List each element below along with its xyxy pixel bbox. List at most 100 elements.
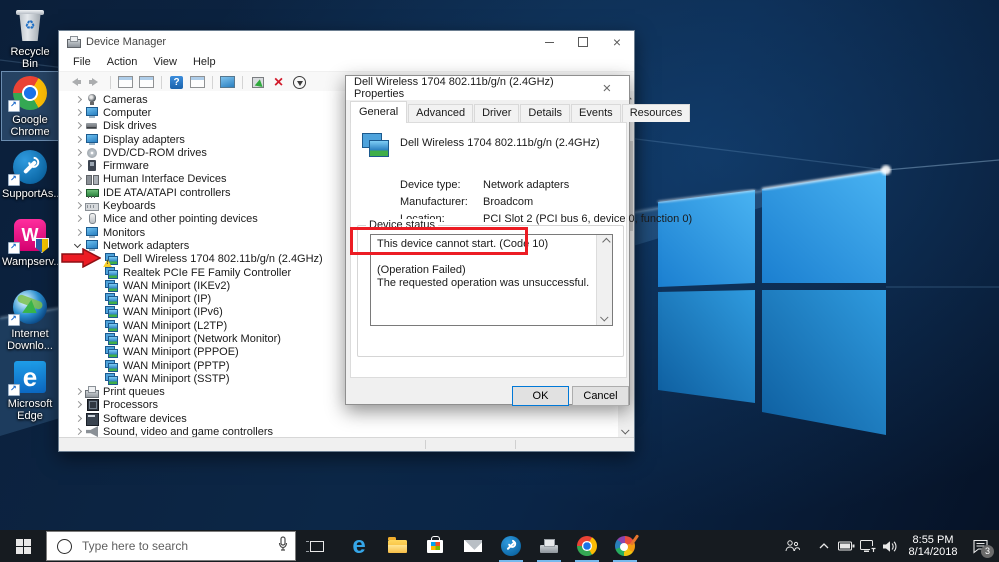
network-icon[interactable] [857,530,879,562]
chevron-right-icon[interactable] [73,228,85,238]
battery-icon[interactable] [835,530,857,562]
update-driver-icon[interactable] [248,74,267,90]
taskbar-search[interactable] [46,531,296,561]
menu-help[interactable]: Help [185,56,224,68]
disable-device-icon[interactable] [290,74,309,90]
desktop-icon-internet-download-manager[interactable]: Internet Downlo... [2,286,58,354]
device-manager-titlebar[interactable]: Device Manager [59,31,634,53]
tray-spacer [803,530,813,562]
toolbar-separator [161,75,162,89]
taskbar-icon-file-explorer[interactable] [378,530,416,562]
action-pane-icon[interactable] [188,74,207,90]
chevron-right-icon[interactable] [73,108,85,118]
search-input[interactable] [80,538,277,554]
dialog-title: Dell Wireless 1704 802.11b/g/n (2.4GHz) … [354,76,554,100]
minimize-button[interactable] [532,31,566,53]
taskbar-icon-supportassist[interactable] [492,530,530,562]
back-icon[interactable] [65,74,84,90]
status-bar [59,437,634,451]
toolbar-separator [212,75,213,89]
chevron-right-icon[interactable] [73,414,85,424]
taskbar-icon-paint-3d[interactable] [606,530,644,562]
tray-clock[interactable]: 8:55 PM 8/14/2018 [905,534,961,558]
mouse-icon [85,213,99,225]
status-line-3: The requested operation was unsuccessful… [377,277,590,289]
scan-hardware-changes-icon[interactable] [218,74,237,90]
scroll-down-icon[interactable] [597,311,612,325]
status-scrollbar[interactable] [596,235,612,325]
task-view-icon[interactable] [300,530,334,562]
show-console-tree-icon[interactable] [116,74,135,90]
uninstall-device-icon[interactable] [269,74,288,90]
tab-general[interactable]: General [350,101,408,123]
volume-icon[interactable] [879,530,901,562]
microphone-icon[interactable] [277,535,289,557]
chevron-right-icon[interactable] [73,400,85,410]
chevron-right-icon[interactable] [73,148,85,158]
tab-resources[interactable]: Resources [621,104,691,122]
show-hidden-icons-chevron[interactable] [813,530,835,562]
chevron-right-icon[interactable] [73,174,85,184]
desktop-icon-microsoft-edge[interactable]: Microsoft Edge [2,356,58,424]
desktop-icon-wampserver[interactable]: Wampserv... [2,214,63,270]
supportassist-icon [501,536,521,556]
cortana-icon [57,538,72,554]
display-adapter-icon [85,133,99,146]
tab-events[interactable]: Events [571,104,621,122]
ok-button[interactable]: OK [512,386,569,406]
tab-driver[interactable]: Driver [474,104,520,122]
tree-item-software-devices[interactable]: Software devices [59,412,616,426]
chevron-right-icon[interactable] [73,387,85,397]
dialog-titlebar[interactable]: Dell Wireless 1704 802.11b/g/n (2.4GHz) … [346,76,629,100]
taskbar-icon-microsoft-store[interactable] [416,530,454,562]
desktop-icon-supportassist[interactable]: SupportAs... [2,146,63,202]
chevron-right-icon[interactable] [73,214,85,224]
annotation-arrow [61,247,102,273]
menu-view[interactable]: View [145,56,185,68]
start-button[interactable] [0,530,46,562]
tab-advanced[interactable]: Advanced [408,104,474,122]
scroll-up-icon[interactable] [597,235,612,249]
maximize-button[interactable] [566,31,600,53]
chevron-right-icon[interactable] [73,121,85,131]
properties-icon[interactable] [137,74,156,90]
tab-details[interactable]: Details [520,104,571,122]
paint-3d-icon [615,536,635,556]
taskbar-icon-google-chrome[interactable] [568,530,606,562]
chevron-right-icon[interactable] [73,161,85,171]
taskbar-icon-device-manager[interactable] [530,530,568,562]
network-adapter-icon [105,372,119,385]
chevron-right-icon[interactable] [73,427,85,437]
monitor-icon [85,226,99,239]
device-manager-app-icon [67,36,81,48]
cdrom-icon [85,147,99,159]
menu-action[interactable]: Action [99,56,146,68]
system-tray: 8:55 PM 8/14/2018 3 [781,530,999,562]
computer-icon [85,106,99,119]
people-icon[interactable] [781,530,803,562]
desktop-icon-label: Wampserv... [2,256,63,268]
shortcut-arrow-icon [8,314,20,326]
help-icon[interactable] [167,74,186,90]
network-adapter-icon [105,346,119,359]
cancel-button[interactable]: Cancel [572,386,629,406]
taskbar-icon-microsoft-edge[interactable]: e [340,530,378,562]
menu-file[interactable]: File [65,56,99,68]
taskbar-icon-mail[interactable] [454,530,492,562]
desktop-icon-recycle-bin[interactable]: ♻ Recycle Bin [2,4,58,72]
close-button[interactable] [600,31,634,53]
chevron-right-icon[interactable] [73,188,85,198]
windows-logo-icon [15,538,31,554]
chevron-right-icon[interactable] [73,95,85,105]
recycle-bin-icon: ♻ [16,8,44,42]
scroll-down-icon[interactable] [618,423,634,438]
dialog-close-icon[interactable] [593,76,621,100]
desktop-icon-google-chrome[interactable]: Google Chrome [1,71,59,141]
processor-icon [85,399,99,412]
forward-icon[interactable] [86,74,105,90]
chevron-right-icon[interactable] [73,201,85,211]
action-center-icon[interactable]: 3 [965,530,995,562]
annotation-highlight-rectangle [350,227,528,255]
desktop-icon-label: Microsoft Edge [7,398,53,422]
chevron-right-icon[interactable] [73,135,85,145]
